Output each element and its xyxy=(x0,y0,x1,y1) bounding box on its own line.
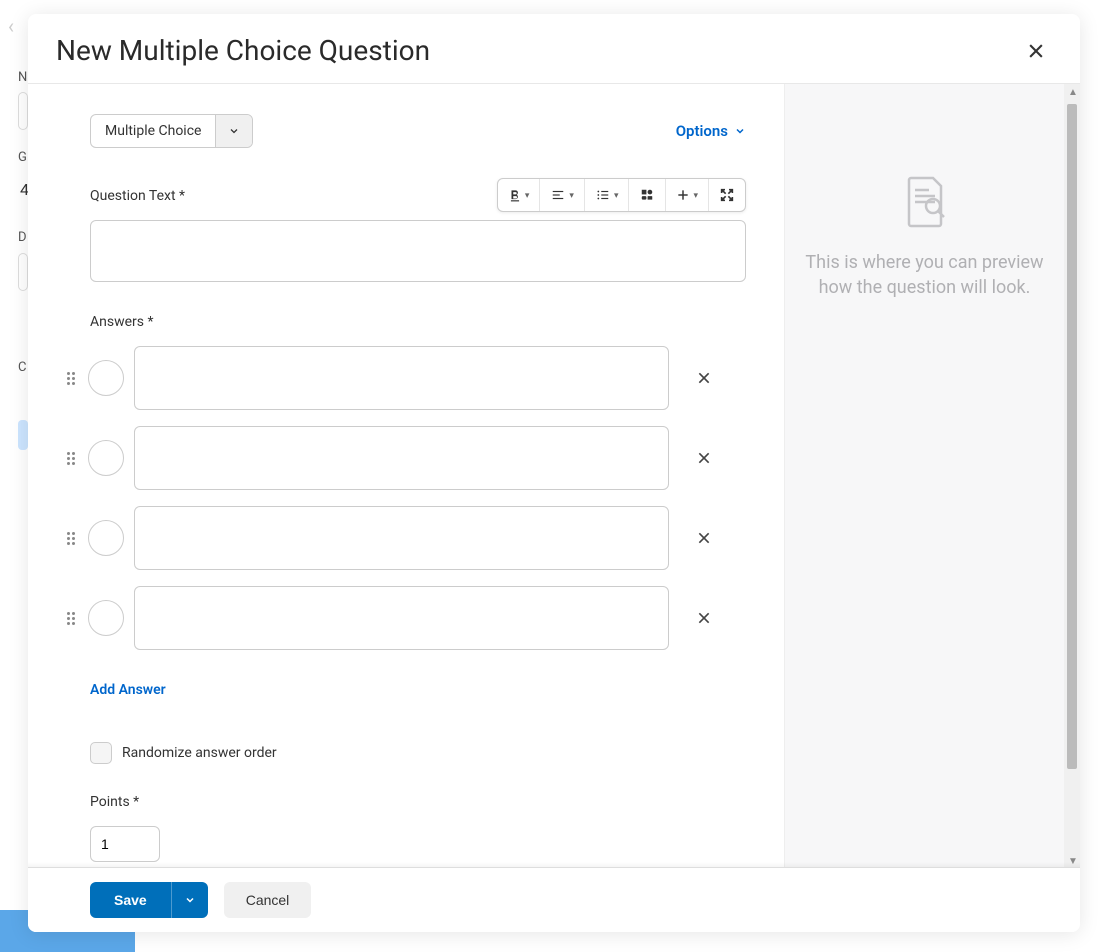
align-icon xyxy=(550,188,566,202)
question-type-select[interactable]: Multiple Choice xyxy=(90,114,253,148)
modal-footer: Save Cancel xyxy=(28,867,1080,932)
question-modal: New Multiple Choice Question Multiple Ch… xyxy=(28,14,1080,932)
answer-input[interactable] xyxy=(134,506,669,570)
save-button[interactable]: Save xyxy=(90,882,171,918)
preview-icon xyxy=(805,174,1044,230)
correct-answer-radio[interactable] xyxy=(88,360,124,396)
bg-input-d xyxy=(18,253,28,291)
question-type-label: Multiple Choice xyxy=(91,115,215,147)
answer-row xyxy=(64,346,746,410)
points-label: Points * xyxy=(90,794,746,810)
bold-button[interactable]: ▾ xyxy=(498,179,541,211)
chevron-down-icon xyxy=(734,125,746,137)
add-button[interactable]: ▾ xyxy=(666,179,709,211)
drag-handle-icon[interactable] xyxy=(64,452,78,465)
bg-blue-box xyxy=(18,420,28,450)
chevron-down-icon: ▾ xyxy=(693,190,698,201)
drag-handle-icon[interactable] xyxy=(64,532,78,545)
bg-label-d: D xyxy=(18,230,27,245)
list-icon xyxy=(595,188,611,202)
preview-text: This is where you can preview how the qu… xyxy=(805,250,1044,300)
answer-input[interactable] xyxy=(134,346,669,410)
answer-row xyxy=(64,586,746,650)
modal-body: Multiple Choice Options Question Text * … xyxy=(28,84,1080,867)
close-icon xyxy=(696,450,712,466)
answer-row xyxy=(64,426,746,490)
drag-handle-icon[interactable] xyxy=(64,612,78,625)
correct-answer-radio[interactable] xyxy=(88,600,124,636)
insert-stuff-button[interactable] xyxy=(629,179,666,211)
align-button[interactable]: ▾ xyxy=(540,179,585,211)
chevron-down-icon xyxy=(184,894,196,906)
fullscreen-button[interactable] xyxy=(709,179,745,211)
close-button[interactable] xyxy=(1020,35,1052,67)
modal-header: New Multiple Choice Question xyxy=(28,14,1080,84)
answers-label: Answers * xyxy=(90,314,746,330)
answer-input[interactable] xyxy=(134,586,669,650)
editor-toolbar: ▾ ▾ ▾ ▾ xyxy=(497,178,746,212)
chevron-down-icon: ▾ xyxy=(525,190,530,201)
cancel-button[interactable]: Cancel xyxy=(224,882,312,918)
remove-answer-button[interactable] xyxy=(689,603,719,633)
bg-label-n: N xyxy=(18,70,27,85)
bold-icon xyxy=(508,188,522,202)
randomize-row: Randomize answer order xyxy=(90,742,746,764)
scrollbar-thumb[interactable] xyxy=(1067,104,1077,769)
remove-answer-button[interactable] xyxy=(689,363,719,393)
close-icon xyxy=(696,530,712,546)
add-answer-link[interactable]: Add Answer xyxy=(90,682,166,698)
back-chevron-icon: ‹ xyxy=(8,14,14,38)
close-icon xyxy=(1026,41,1046,61)
close-icon xyxy=(696,370,712,386)
modal-title: New Multiple Choice Question xyxy=(56,34,430,67)
preview-panel: This is where you can preview how the qu… xyxy=(784,84,1064,867)
randomize-checkbox[interactable] xyxy=(90,742,112,764)
top-row: Multiple Choice Options xyxy=(90,114,746,148)
scroll-up-icon: ▲ xyxy=(1068,87,1076,95)
answer-row xyxy=(64,506,746,570)
drag-handle-icon[interactable] xyxy=(64,372,78,385)
answer-input[interactable] xyxy=(134,426,669,490)
chevron-down-icon: ▾ xyxy=(614,190,619,201)
points-section: Points * xyxy=(90,794,746,862)
question-text-row: Question Text * ▾ ▾ ▾ xyxy=(90,178,746,212)
list-button[interactable]: ▾ xyxy=(585,179,630,211)
insert-stuff-icon xyxy=(639,188,655,202)
randomize-label: Randomize answer order xyxy=(122,745,277,761)
bg-label-c: C xyxy=(18,360,26,375)
points-input[interactable] xyxy=(90,826,160,862)
correct-answer-radio[interactable] xyxy=(88,440,124,476)
question-text-input[interactable] xyxy=(90,220,746,282)
save-dropdown-button[interactable] xyxy=(171,882,208,918)
correct-answer-radio[interactable] xyxy=(88,520,124,556)
options-link[interactable]: Options xyxy=(676,122,746,140)
bg-input-n xyxy=(18,92,28,130)
remove-answer-button[interactable] xyxy=(689,523,719,553)
remove-answer-button[interactable] xyxy=(689,443,719,473)
question-text-label: Question Text * xyxy=(90,188,185,204)
chevron-down-icon: ▾ xyxy=(569,190,574,201)
form-area: Multiple Choice Options Question Text * … xyxy=(28,84,784,867)
plus-icon xyxy=(676,188,690,202)
scrollbar[interactable]: ▲ ▼ xyxy=(1064,84,1080,867)
close-icon xyxy=(696,610,712,626)
bg-label-g: G xyxy=(18,150,27,165)
options-label: Options xyxy=(676,122,728,140)
save-button-group: Save xyxy=(90,882,208,918)
fullscreen-icon xyxy=(719,187,735,203)
chevron-down-icon xyxy=(215,115,252,147)
